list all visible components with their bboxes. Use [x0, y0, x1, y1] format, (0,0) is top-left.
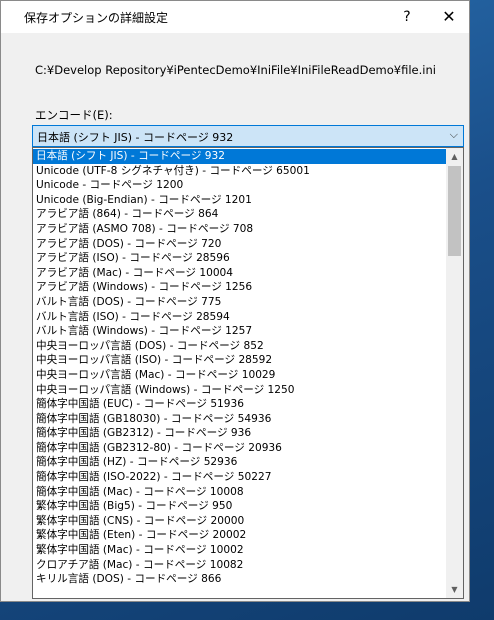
- encoding-option[interactable]: 中央ヨーロッパ言語 (Windows) - コードページ 1250: [33, 383, 447, 398]
- encoding-option[interactable]: 簡体字中国語 (GB18030) - コードページ 54936: [33, 412, 447, 427]
- encoding-option[interactable]: 繁体字中国語 (CNS) - コードページ 20000: [33, 514, 447, 529]
- save-options-dialog: 保存オプションの詳細設定 ? ✕ C:¥Develop Repository¥i…: [0, 0, 470, 602]
- encoding-option[interactable]: 簡体字中国語 (Mac) - コードページ 10008: [33, 485, 447, 500]
- file-path-label: C:¥Develop Repository¥iPentecDemo¥IniFil…: [35, 63, 436, 77]
- dropdown-scrollbar[interactable]: ▲ ▼: [446, 148, 463, 598]
- encoding-combobox[interactable]: 日本語 (シフト JIS) - コードページ 932 ⌵: [32, 125, 464, 147]
- encoding-option[interactable]: キリル言語 (DOS) - コードページ 866: [33, 572, 447, 587]
- scroll-down-arrow-icon[interactable]: ▼: [446, 581, 463, 598]
- encoding-option[interactable]: アラビア語 (864) - コードページ 864: [33, 207, 447, 222]
- encoding-option[interactable]: アラビア語 (ISO) - コードページ 28596: [33, 251, 447, 266]
- scrollbar-thumb[interactable]: [448, 166, 461, 256]
- encoding-option[interactable]: 繁体字中国語 (Eten) - コードページ 20002: [33, 528, 447, 543]
- encoding-selected-value: 日本語 (シフト JIS) - コードページ 932: [37, 131, 234, 144]
- encoding-option[interactable]: Unicode - コードページ 1200: [33, 178, 447, 193]
- encoding-option[interactable]: アラビア語 (Windows) - コードページ 1256: [33, 280, 447, 295]
- encoding-option[interactable]: 繁体字中国語 (Mac) - コードページ 10002: [33, 543, 447, 558]
- help-button[interactable]: ?: [385, 1, 429, 33]
- close-button[interactable]: ✕: [429, 1, 469, 33]
- title-bar: 保存オプションの詳細設定 ? ✕: [1, 1, 469, 33]
- encoding-option[interactable]: アラビア語 (ASMO 708) - コードページ 708: [33, 222, 447, 237]
- encoding-option[interactable]: 簡体字中国語 (GB2312-80) - コードページ 20936: [33, 441, 447, 456]
- encoding-option[interactable]: 繁体字中国語 (Big5) - コードページ 950: [33, 499, 447, 514]
- encoding-label: エンコード(E):: [35, 108, 113, 122]
- dialog-title: 保存オプションの詳細設定: [24, 11, 169, 25]
- chevron-down-icon[interactable]: ⌵: [450, 128, 458, 142]
- encoding-option[interactable]: 簡体字中国語 (ISO-2022) - コードページ 50227: [33, 470, 447, 485]
- encoding-option[interactable]: アラビア語 (DOS) - コードページ 720: [33, 237, 447, 252]
- encoding-option[interactable]: バルト言語 (ISO) - コードページ 28594: [33, 310, 447, 325]
- encoding-option[interactable]: Unicode (Big-Endian) - コードページ 1201: [33, 193, 447, 208]
- scroll-up-arrow-icon[interactable]: ▲: [446, 148, 463, 165]
- encoding-dropdown-list[interactable]: 日本語 (シフト JIS) - コードページ 932 Unicode (UTF-8…: [32, 147, 464, 599]
- encoding-option[interactable]: バルト言語 (Windows) - コードページ 1257: [33, 324, 447, 339]
- encoding-option[interactable]: 中央ヨーロッパ言語 (DOS) - コードページ 852: [33, 339, 447, 354]
- encoding-option[interactable]: クロアチア語 (Mac) - コードページ 10082: [33, 558, 447, 573]
- encoding-option[interactable]: 中央ヨーロッパ言語 (Mac) - コードページ 10029: [33, 368, 447, 383]
- encoding-option[interactable]: 簡体字中国語 (GB2312) - コードページ 936: [33, 426, 447, 441]
- encoding-options: 日本語 (シフト JIS) - コードページ 932 Unicode (UTF-8…: [33, 149, 447, 587]
- encoding-option[interactable]: 中央ヨーロッパ言語 (ISO) - コードページ 28592: [33, 353, 447, 368]
- encoding-option[interactable]: アラビア語 (Mac) - コードページ 10004: [33, 266, 447, 281]
- encoding-option[interactable]: 簡体字中国語 (HZ) - コードページ 52936: [33, 455, 447, 470]
- encoding-option[interactable]: 簡体字中国語 (EUC) - コードページ 51936: [33, 397, 447, 412]
- encoding-option[interactable]: Unicode (UTF-8 シグネチャ付き) - コードページ 65001: [33, 164, 447, 179]
- encoding-option[interactable]: バルト言語 (DOS) - コードページ 775: [33, 295, 447, 310]
- encoding-option[interactable]: 日本語 (シフト JIS) - コードページ 932: [33, 149, 447, 164]
